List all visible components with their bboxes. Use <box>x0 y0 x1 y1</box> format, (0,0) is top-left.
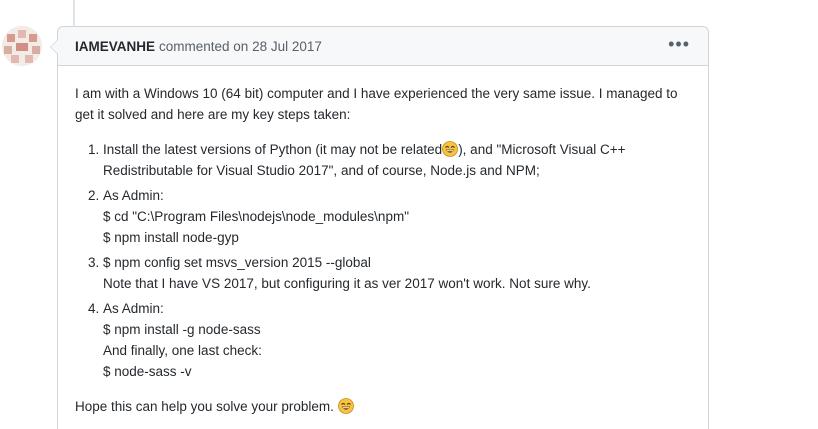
kebab-horizontal-icon[interactable]: ••• <box>668 35 692 57</box>
list-item: As Admin: $ npm install -g node-sass And… <box>103 298 691 382</box>
comment-header: IAMEVANHE commented on 28 Jul 2017 ••• <box>58 27 708 66</box>
step-2-line-2: $ cd "C:\Program Files\nodejs\node_modul… <box>103 209 409 224</box>
list-item: $ npm config set msvs_version 2015 --glo… <box>103 252 691 294</box>
step-3-line-1: $ npm config set msvs_version 2015 --glo… <box>103 255 371 270</box>
step-2-line-1: As Admin: <box>103 188 164 203</box>
step-4-line-3: And finally, one last check: <box>103 343 262 358</box>
comment-body: I am with a Windows 10 (64 bit) computer… <box>58 66 708 417</box>
step-4-line-1: As Admin: <box>103 301 164 316</box>
smile-emoji-icon <box>337 398 354 414</box>
author-link[interactable]: IAMEVANHE <box>75 39 155 54</box>
step-4-line-2: $ npm install -g node-sass <box>103 322 261 337</box>
smile-emoji-icon <box>442 141 459 157</box>
comment-caret <box>50 39 58 55</box>
list-item: Install the latest versions of Python (i… <box>103 139 691 181</box>
step-4-line-4: $ node-sass -v <box>103 364 192 379</box>
comment-box: IAMEVANHE commented on 28 Jul 2017 ••• I… <box>50 26 709 429</box>
step-3-line-2: Note that I have VS 2017, but configurin… <box>103 276 591 291</box>
avatar[interactable] <box>2 26 42 66</box>
list-item: As Admin: $ cd "C:\Program Files\nodejs\… <box>103 185 691 248</box>
comment-action: commented on <box>159 38 249 54</box>
comment-date[interactable]: 28 Jul 2017 <box>252 39 322 54</box>
step-2-line-3: $ npm install node-gyp <box>103 230 239 245</box>
timeline-line <box>73 0 75 26</box>
comment-outro-paragraph: Hope this can help you solve your proble… <box>75 396 691 417</box>
step-1-text-a: Install the latest versions of Python (i… <box>103 142 443 157</box>
comment-outro: Hope this can help you solve your proble… <box>75 399 334 414</box>
comment-intro: I am with a Windows 10 (64 bit) computer… <box>75 86 678 122</box>
steps-list: Install the latest versions of Python (i… <box>75 139 691 382</box>
